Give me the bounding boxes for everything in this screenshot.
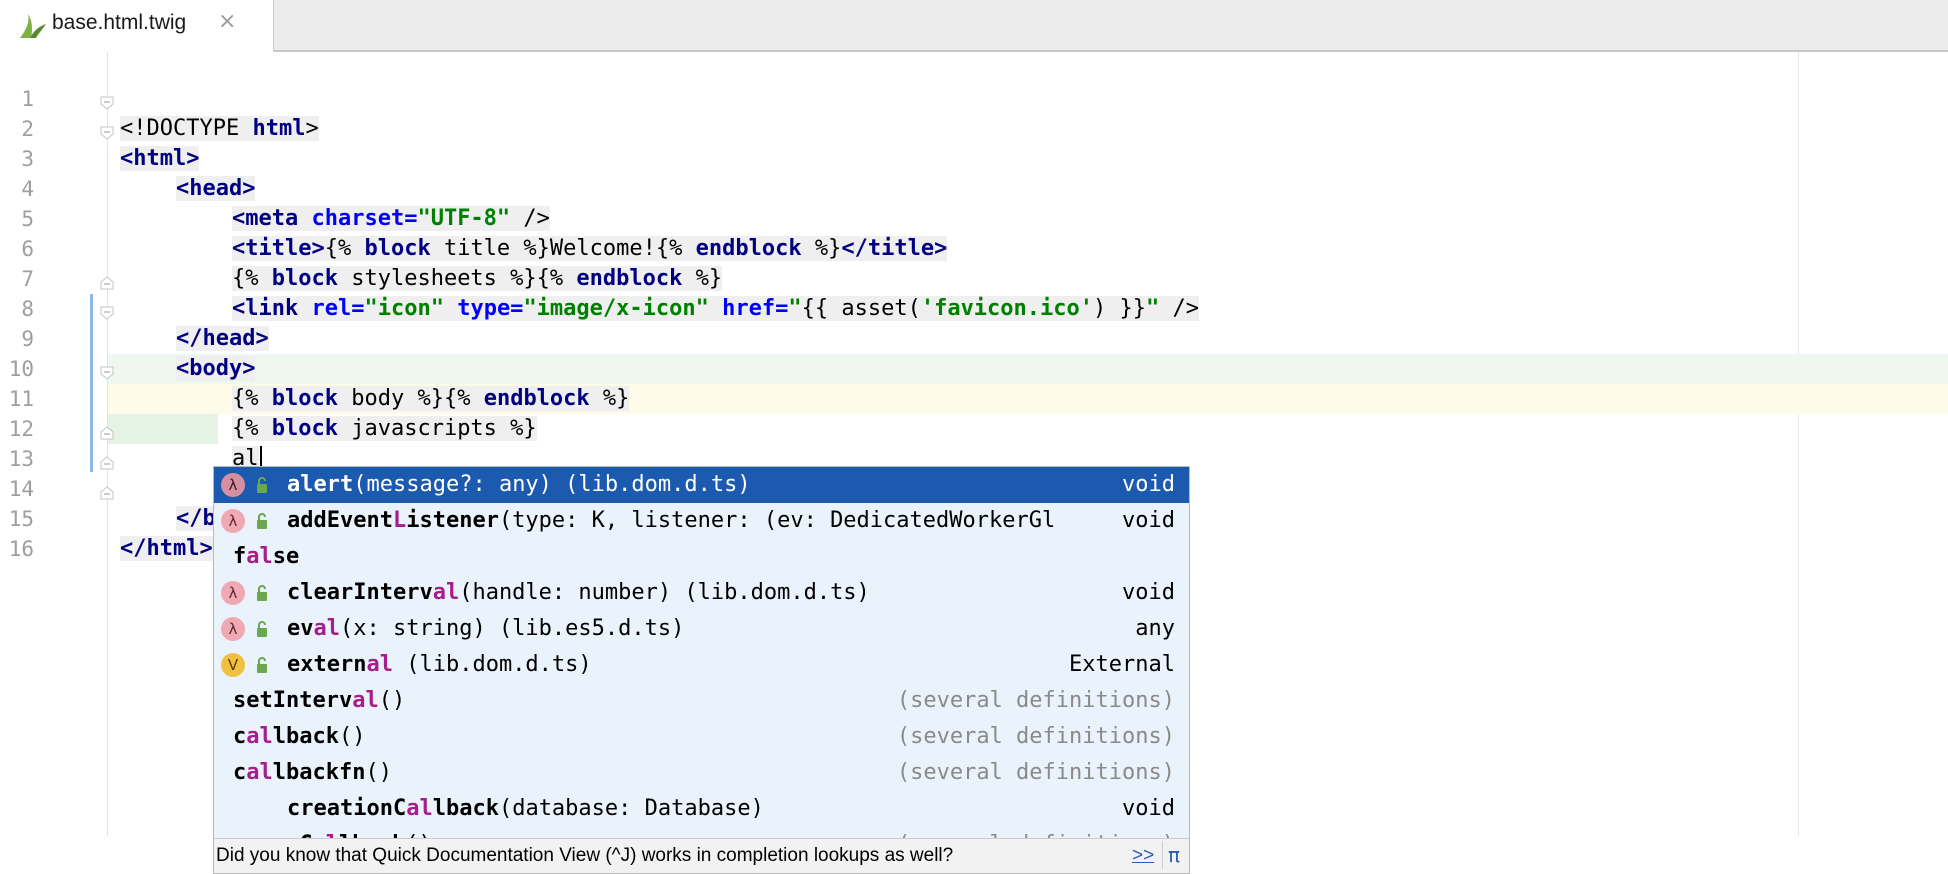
variable-icon: V — [221, 653, 245, 677]
completion-item-label: external (lib.dom.d.ts) — [287, 652, 592, 677]
code-line: 4 <meta charset="UTF-8" /> — [0, 144, 1948, 231]
code-line: 6 {% block stylesheets %}{% endblock %} — [0, 204, 1948, 291]
code-line: 8 </head> — [0, 264, 1948, 351]
completion-item[interactable]: λ alert(message?: any) (lib.dom.d.ts) void — [214, 467, 1189, 503]
code-line: 11 {% block javascripts %} — [0, 354, 1948, 441]
completion-item[interactable]: Vexternal (lib.dom.d.ts) External — [214, 647, 1189, 683]
html-close-tag: </html> — [120, 536, 213, 561]
completion-item[interactable]: callback() (several definitions) — [214, 719, 1189, 755]
completion-item[interactable]: setInterval() (several definitions) — [214, 683, 1189, 719]
public-lock-icon — [257, 621, 267, 637]
code-line: 10 {% block body %}{% endblock %} — [0, 324, 1948, 411]
tab-title: base.html.twig — [52, 11, 187, 34]
completion-item-type: void — [1122, 472, 1175, 497]
public-lock-icon — [257, 657, 267, 673]
completion-item[interactable]: λ addEventListener(type: K, listener: (ev… — [214, 503, 1189, 539]
completion-item[interactable]: λ clearInterval(handle: number) (lib.dom.… — [214, 575, 1189, 611]
hint-text: Did you know that Quick Documentation Vi… — [216, 845, 954, 866]
completion-hint-bar: Did you know that Quick Documentation Vi… — [214, 838, 1189, 873]
code-line: 9 <body> — [0, 294, 1948, 381]
completion-item-label: false — [233, 544, 300, 569]
completion-item-type: any — [1135, 616, 1175, 641]
completion-item[interactable]: false — [214, 539, 1189, 575]
completion-item-label: callback() — [233, 724, 366, 749]
code-line: 13 — [0, 414, 1948, 471]
completion-item-label: creationCallback(database: Database) — [287, 796, 764, 821]
line-number: 16 — [8, 537, 34, 561]
code-line: 7 <link rel="icon" type="image/x-icon" h… — [0, 234, 1948, 321]
completion-item-type: External — [1069, 652, 1175, 677]
completion-item-label: setInterval() — [233, 688, 406, 713]
public-lock-icon — [257, 477, 267, 493]
completion-item[interactable]: λ eval(x: string) (lib.es5.d.ts) any — [214, 611, 1189, 647]
completion-item-label: clearInterval(handle: number) (lib.dom.d… — [287, 580, 870, 605]
completion-item-type: (several definitions) — [896, 724, 1175, 749]
code-line: 3 <head> — [0, 114, 1948, 201]
completion-item-label: addEventListener(type: K, listener: (ev:… — [287, 508, 1056, 533]
completion-item-type: void — [1122, 796, 1175, 821]
code-completion-popup[interactable]: λ alert(message?: any) (lib.dom.d.ts) void… — [213, 466, 1190, 874]
completion-item[interactable]: creationCallback(database: Database) void — [214, 791, 1189, 827]
code-editor[interactable]: 1 <!DOCTYPE html> 2 <html> 3 <head> 4 <m… — [0, 52, 1948, 874]
completion-item-label: eval(x: string) (lib.es5.d.ts) — [287, 616, 685, 641]
public-lock-icon — [257, 513, 267, 529]
completion-item-type: void — [1122, 580, 1175, 605]
completion-item[interactable]: callbackfn() (several definitions) — [214, 755, 1189, 791]
twig-file-icon — [20, 14, 46, 38]
completion-item-label: alert(message?: any) (lib.dom.d.ts) — [287, 472, 751, 497]
code-line: 1 <!DOCTYPE html> — [0, 54, 1948, 141]
code-line: 2 <html> — [0, 84, 1948, 171]
completion-item-type: (several definitions) — [896, 760, 1175, 785]
close-icon[interactable]: × — [218, 9, 236, 34]
code-line: 12 al — [0, 384, 1948, 472]
lambda-icon: λ — [221, 473, 245, 497]
tab-base-html-twig[interactable]: base.html.twig × — [0, 0, 274, 52]
completion-item-type: (several definitions) — [896, 688, 1175, 713]
lambda-icon: λ — [221, 617, 245, 641]
completion-item-type: void — [1122, 508, 1175, 533]
lambda-icon: λ — [221, 509, 245, 533]
code-line: 5 <title>{% block title %}Welcome!{% end… — [0, 174, 1948, 261]
completion-item-label: callbackfn() — [233, 760, 392, 785]
hint-more-link[interactable]: >> — [1132, 839, 1154, 873]
editor-tab-bar: base.html.twig × — [0, 0, 1948, 52]
public-lock-icon — [257, 585, 267, 601]
lambda-icon: λ — [221, 581, 245, 605]
pi-icon[interactable]: π — [1162, 841, 1185, 869]
